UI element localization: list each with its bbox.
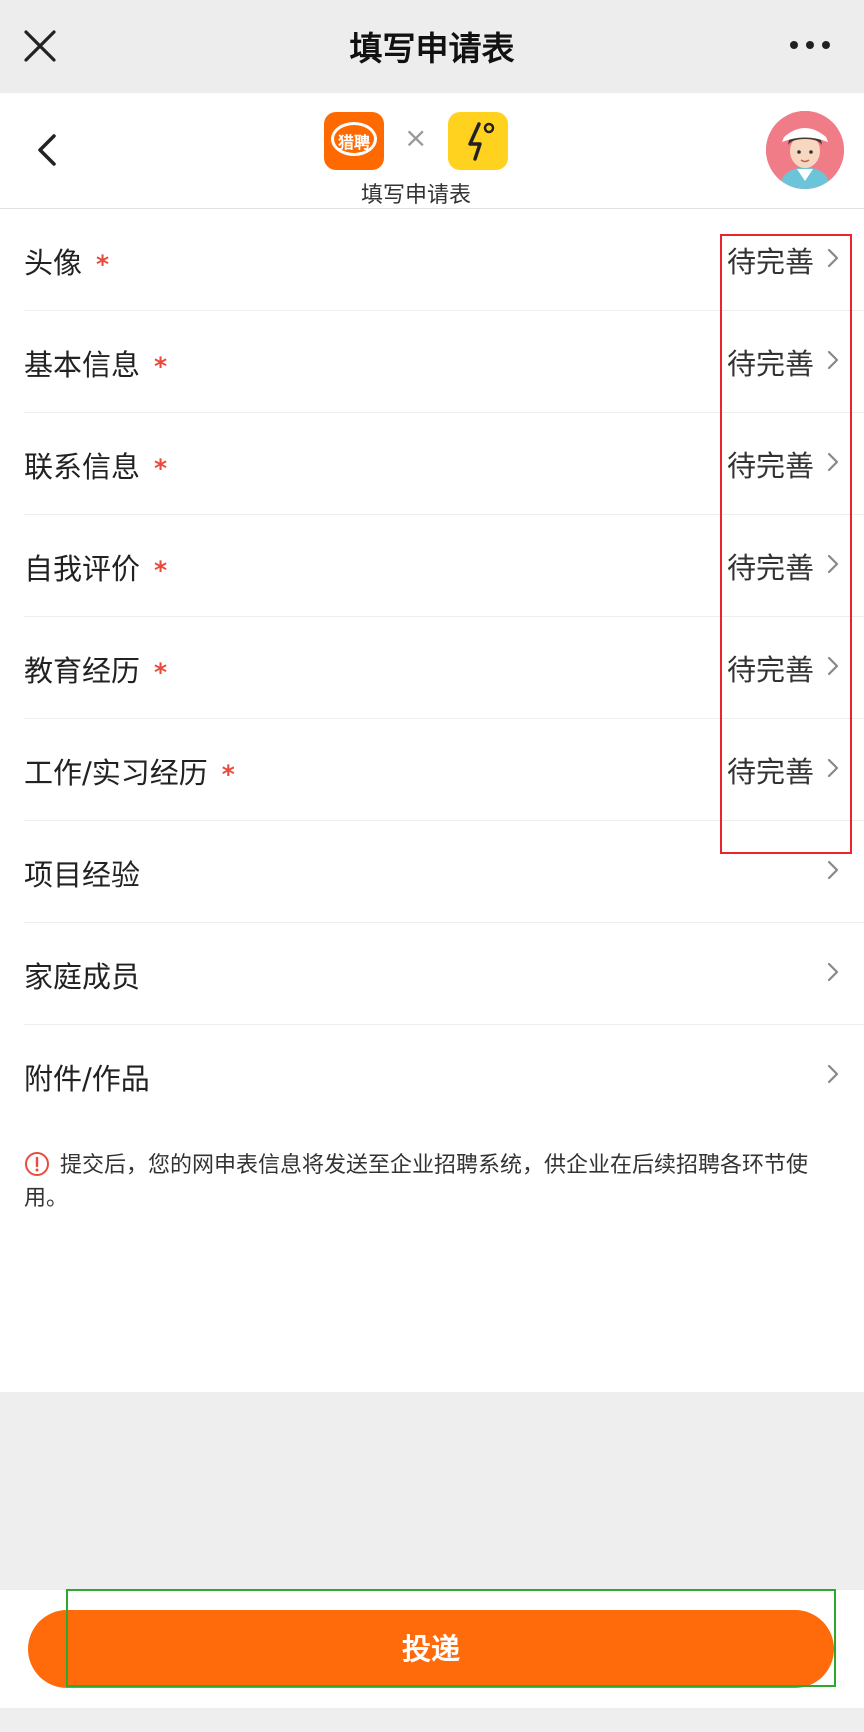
chevron-right-icon xyxy=(827,962,839,982)
form-row-self-evaluation[interactable]: 自我评价 * 待完善 xyxy=(0,515,864,617)
required-star: * xyxy=(221,760,235,789)
required-star: * xyxy=(154,556,168,585)
row-label-text: 联系信息 xyxy=(24,450,141,484)
chevron-right-icon xyxy=(827,758,839,778)
page-title: 填写申请表 xyxy=(349,29,515,68)
row-status: 待完善 xyxy=(726,347,814,381)
form-row-work-experience[interactable]: 工作/实习经历 * 待完善 xyxy=(0,719,864,821)
row-status: 待完善 xyxy=(726,755,814,789)
row-status: 待完善 xyxy=(726,245,814,279)
row-status: 待完善 xyxy=(726,449,814,483)
chevron-right-icon xyxy=(827,452,839,472)
top-nav-bar: 填写申请表 xyxy=(0,0,864,93)
liepin-logo-text: 猎聘 xyxy=(337,133,370,152)
row-status: 待完善 xyxy=(726,653,814,687)
row-label: 教育经历 * xyxy=(24,648,167,690)
notice-text: 提交后，您的网申表信息将发送至企业招聘系统，供企业在后续招聘各环节使用。 xyxy=(24,1153,809,1211)
warning-circle-icon xyxy=(25,1152,49,1176)
row-label-text: 项目经验 xyxy=(24,858,141,892)
row-label: 自我评价 * xyxy=(24,546,167,588)
chevron-right-icon xyxy=(827,350,839,370)
required-star: * xyxy=(154,658,168,687)
row-label: 头像 * xyxy=(24,240,109,282)
row-label-text: 基本信息 xyxy=(24,348,141,382)
collab-x-mark: × xyxy=(404,121,428,154)
form-row-avatar[interactable]: 头像 * 待完善 xyxy=(0,209,864,311)
form-row-basic-info[interactable]: 基本信息 * 待完善 xyxy=(0,311,864,413)
back-arrow-icon[interactable] xyxy=(32,130,62,170)
row-label: 家庭成员 xyxy=(24,954,154,996)
form-row-education[interactable]: 教育经历 * 待完善 xyxy=(0,617,864,719)
application-form: 头像 * 待完善 基本信息 * 待完善 联系信息 * 待完善 自我评价 * 待完善 教育… xyxy=(0,209,864,1392)
chevron-right-icon xyxy=(827,1064,839,1084)
form-row-family-members[interactable]: 家庭成员 xyxy=(0,923,864,1025)
submit-notice: 提交后，您的网申表信息将发送至企业招聘系统，供企业在后续招聘各环节使用。 xyxy=(24,1149,824,1215)
row-label: 联系信息 * xyxy=(24,444,167,486)
lightning-icon xyxy=(468,122,495,161)
row-status: 待完善 xyxy=(726,551,814,585)
row-label: 项目经验 xyxy=(24,852,154,894)
row-label-text: 头像 xyxy=(24,246,83,280)
submit-button[interactable]: 投递 xyxy=(28,1610,834,1688)
row-label-text: 教育经历 xyxy=(24,654,141,688)
header-subtitle: 填写申请表 xyxy=(360,183,471,208)
bottom-action-bar: 投递 xyxy=(0,1590,864,1708)
row-label-text: 家庭成员 xyxy=(24,960,141,994)
row-label: 附件/作品 xyxy=(24,1056,164,1098)
partner-logo xyxy=(448,112,508,170)
form-row-attachments[interactable]: 附件/作品 xyxy=(0,1025,864,1127)
required-star: * xyxy=(154,352,168,381)
liepin-logo: 猎聘 xyxy=(324,112,384,170)
row-label: 工作/实习经历 * xyxy=(24,750,235,792)
more-icon[interactable] xyxy=(788,36,832,54)
chevron-right-icon xyxy=(827,554,839,574)
chevron-right-icon xyxy=(827,860,839,880)
app-header: 猎聘 × 填写申请表 xyxy=(0,93,864,209)
user-avatar-illustration xyxy=(766,111,844,189)
chevron-right-icon xyxy=(827,248,839,268)
row-label-text: 附件/作品 xyxy=(24,1062,150,1096)
required-star: * xyxy=(154,454,168,483)
form-row-contact-info[interactable]: 联系信息 * 待完善 xyxy=(0,413,864,515)
chevron-right-icon xyxy=(827,656,839,676)
row-label: 基本信息 * xyxy=(24,342,167,384)
avatar[interactable] xyxy=(766,111,844,189)
required-star: * xyxy=(96,250,110,279)
form-row-projects[interactable]: 项目经验 xyxy=(0,821,864,923)
row-label-text: 自我评价 xyxy=(24,552,141,586)
row-label-text: 工作/实习经历 xyxy=(24,756,208,790)
